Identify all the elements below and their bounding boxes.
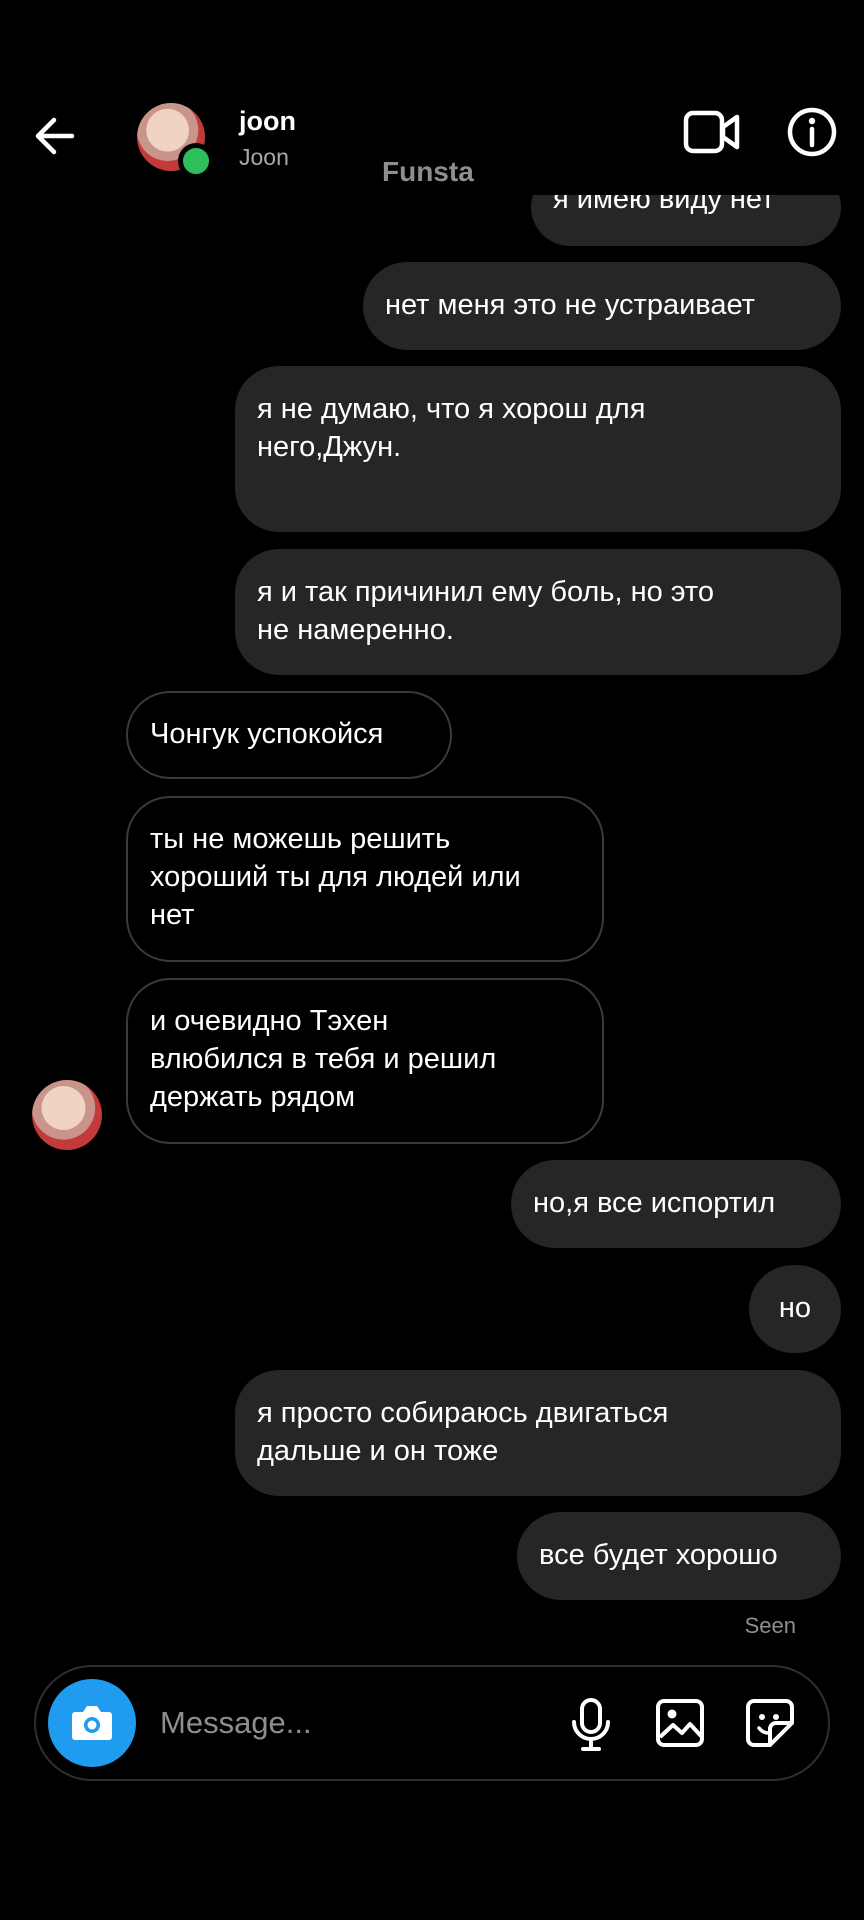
message-bubble-incoming[interactable]: ты не можешь решить хороший ты для людей…	[126, 796, 604, 962]
message-bubble-outgoing[interactable]: нет меня это не устраивает	[363, 262, 841, 350]
message-composer: Message...	[34, 1665, 830, 1781]
video-call-icon[interactable]	[683, 108, 741, 161]
sender-avatar[interactable]	[32, 1080, 102, 1150]
info-icon[interactable]	[786, 106, 838, 163]
contact-name[interactable]: joon	[239, 106, 296, 137]
message-input[interactable]: Message...	[160, 1705, 312, 1741]
message-bubble-outgoing[interactable]: но	[749, 1265, 841, 1353]
message-bubble-incoming[interactable]: и очевидно Тэхен влюбился в тебя и решил…	[126, 978, 604, 1144]
contact-username[interactable]: Joon	[239, 144, 289, 171]
account-overlay-label: Funsta	[382, 156, 474, 187]
seen-status: Seen	[744, 1613, 796, 1638]
message-bubble-outgoing[interactable]: я просто собираюсь двигаться дальше и он…	[235, 1370, 841, 1496]
camera-icon[interactable]	[48, 1679, 136, 1767]
message-bubble-outgoing[interactable]: но,я все испортил	[511, 1160, 841, 1248]
online-status-dot	[178, 143, 214, 179]
sticker-icon[interactable]	[744, 1697, 796, 1754]
message-bubble-outgoing[interactable]: все будет хорошо	[517, 1512, 841, 1600]
microphone-icon[interactable]	[566, 1697, 616, 1758]
gallery-icon[interactable]	[654, 1697, 706, 1754]
message-bubble-incoming[interactable]: Чонгук успокойся	[126, 691, 452, 779]
message-bubble-outgoing[interactable]: я не думаю, что я хорош для него,Джун.	[235, 366, 841, 532]
message-bubble-outgoing[interactable]: я и так причинил ему боль, но это не нам…	[235, 549, 841, 675]
arrow-left-icon[interactable]	[28, 108, 84, 164]
